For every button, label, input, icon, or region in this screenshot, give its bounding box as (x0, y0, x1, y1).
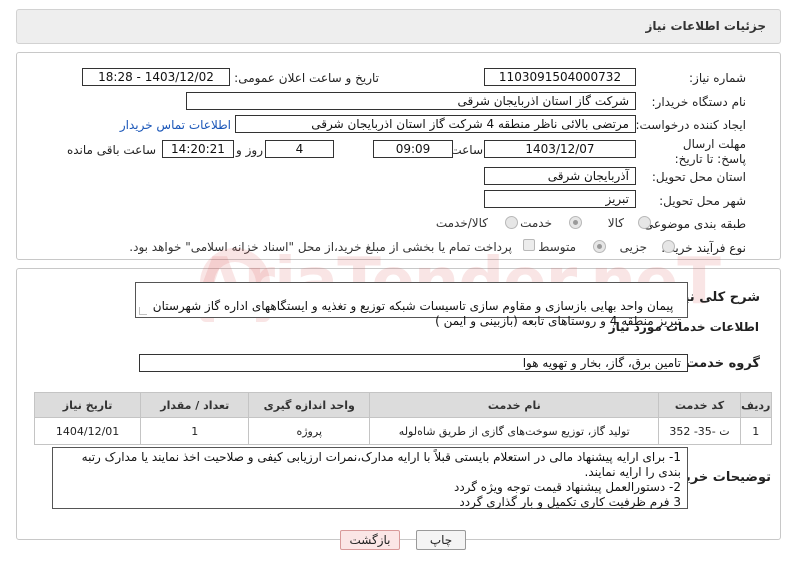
summary-textarea[interactable]: پیمان واحد بهایی بازسازی و مقاوم سازی تا… (135, 282, 688, 328)
cell-service-code: ت -35- 352 (658, 417, 741, 445)
category-service-radio[interactable] (569, 216, 582, 229)
table-row: 1 ت -35- 352 تولید گاز، توزیع سوخت‌های گ… (33, 417, 773, 445)
city-label: شهر محل تحویل: (659, 194, 746, 208)
need-number-label: شماره نیاز: (689, 71, 746, 85)
requester-field: مرتضی بالائی ناظر منطقه 4 شرکت گاز استان… (235, 115, 636, 133)
col-service-name: نام خدمت (369, 392, 660, 418)
category-service-label: خدمت (520, 216, 552, 230)
announce-datetime-field: 1403/12/02 - 18:28 (82, 68, 230, 86)
days-remaining-field: 4 (265, 140, 334, 158)
service-group-label: گروه خدمت: (680, 356, 760, 371)
deadline-time-field: 09:09 (373, 140, 453, 158)
category-goods-service-radio[interactable] (505, 216, 518, 229)
services-section-title: اطلاعات خدمات مورد نیاز (608, 320, 759, 334)
resize-grip-icon[interactable] (139, 307, 147, 315)
cell-need-date: 1404/12/01 (33, 417, 142, 445)
buyer-notes-textarea[interactable]: 1- برای ارایه پیشنهاد مالی در استعلام با… (52, 447, 688, 509)
cell-quantity: 1 (140, 417, 250, 445)
remaining-label: ساعت باقی مانده (66, 143, 156, 157)
cell-unit: پروژه (248, 417, 371, 445)
buyer-org-label: نام دستگاه خریدار: (651, 95, 747, 109)
col-quantity: تعداد / مقدار (140, 392, 250, 418)
province-label: استان محل تحویل: (651, 170, 746, 184)
announce-datetime-label: تاریخ و ساعت اعلان عمومی: (234, 71, 379, 85)
requester-label: ایجاد کننده درخواست: (635, 118, 746, 132)
cell-service-name: تولید گاز، توزیع سوخت‌های گازی از طریق ش… (369, 417, 660, 445)
deadline-label: مهلت ارسال پاسخ: تا تاریخ: (674, 137, 746, 166)
page-header: جزئیات اطلاعات نیاز (16, 9, 781, 44)
buyer-contact-link[interactable]: اطلاعات تماس خریدار (120, 118, 231, 132)
cell-row-number: 1 (739, 417, 773, 445)
col-unit: واحد اندازه گیری (248, 392, 371, 418)
page-title: جزئیات اطلاعات نیاز (645, 19, 766, 33)
table-header-row: ردیف کد خدمت نام خدمت واحد اندازه گیری ت… (33, 392, 773, 418)
col-service-code: کد خدمت (658, 392, 741, 418)
print-button[interactable]: چاپ (416, 530, 466, 550)
need-number-field: 1103091504000732 (484, 68, 636, 86)
back-button[interactable]: بازگشت (340, 530, 400, 550)
col-need-date: تاریخ نیاز (33, 392, 142, 418)
buyer-org-field: شرکت گاز استان اذربایجان شرقی (186, 92, 636, 110)
category-goods-label: کالا (607, 216, 624, 230)
city-field: تبریز (484, 190, 636, 208)
col-row-number: ردیف (739, 392, 773, 418)
deadline-time-label: ساعت (450, 143, 483, 157)
days-label: روز و (236, 143, 263, 157)
category-goods-radio[interactable] (638, 216, 651, 229)
deadline-date-field: 1403/12/07 (484, 140, 636, 158)
services-table: ردیف کد خدمت نام خدمت واحد اندازه گیری ت… (33, 392, 773, 445)
service-group-field: تامین برق، گاز، بخار و تهویه هوا (139, 354, 688, 372)
category-label: طبقه بندی موضوعی: (639, 217, 746, 231)
time-remaining-field: 14:20:21 (162, 140, 234, 158)
category-goods-service-label: کالا/خدمت (435, 216, 488, 230)
province-field: آذربایجان شرقی (484, 167, 636, 185)
